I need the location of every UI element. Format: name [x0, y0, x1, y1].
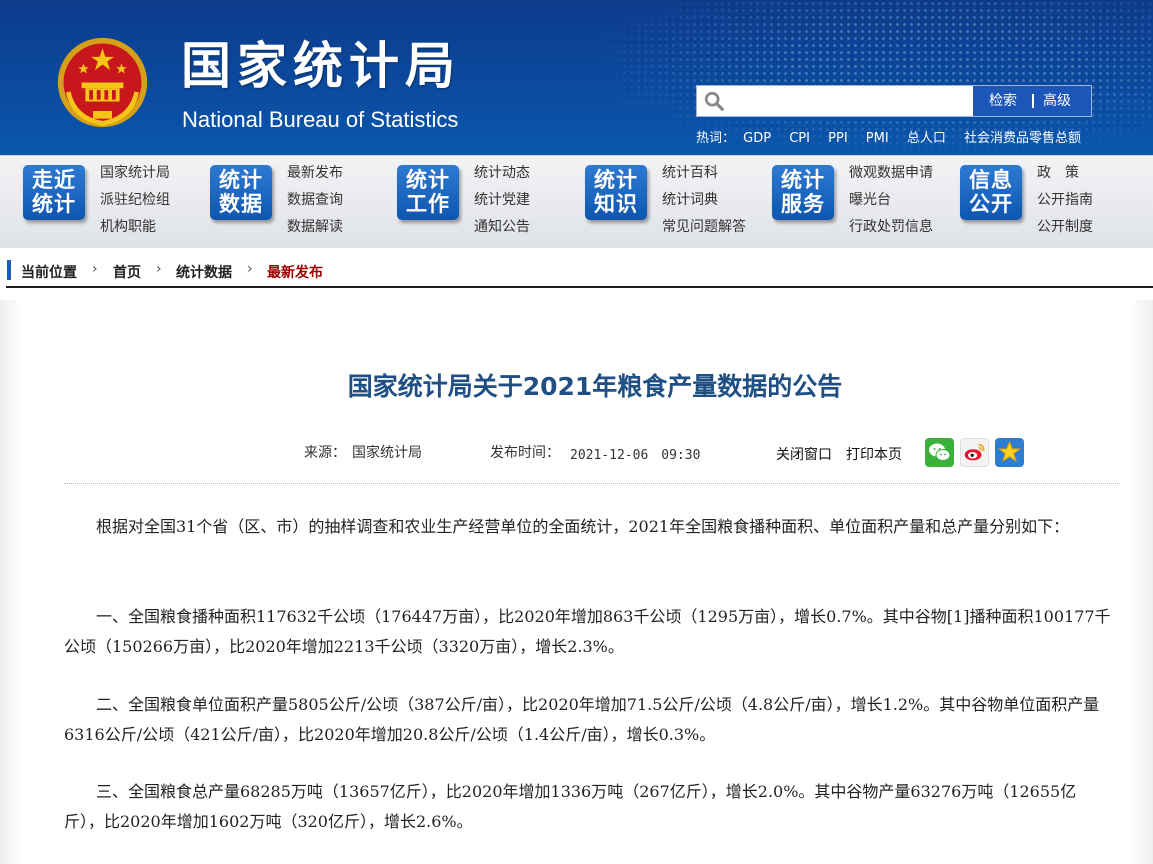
nav-badge-work[interactable]: 统计 工作: [397, 165, 459, 220]
print-page-button[interactable]: 打印本页: [846, 444, 902, 464]
nav-badge-line: 走近: [32, 168, 76, 192]
article-paragraph: 三、全国粮食总产量68285万吨（13657亿斤），比2020年增加1336万吨…: [64, 782, 1077, 831]
nav-link[interactable]: 数据解读: [287, 217, 343, 244]
hotword-link[interactable]: 社会消费品零售总额: [964, 131, 1081, 146]
nav-badge-line: 公开: [969, 192, 1013, 216]
nav-badge-knowledge[interactable]: 统计 知识: [585, 165, 647, 220]
nav-link[interactable]: 国家统计局: [100, 163, 170, 190]
paragraph-text: 一、全国粮食播种面积117632千公顷（176447万亩），比2020年增加86…: [96, 607, 947, 626]
nav-link[interactable]: 统计党建: [474, 190, 530, 217]
breadcrumb-home[interactable]: 首页: [113, 262, 141, 282]
nav-link[interactable]: 曝光台: [849, 190, 933, 217]
nav-badge-about[interactable]: 走近 统计: [23, 165, 85, 220]
nav-link[interactable]: 数据查询: [287, 190, 343, 217]
nav-badge-data[interactable]: 统计 数据: [210, 165, 272, 220]
nav-link[interactable]: 微观数据申请: [849, 163, 933, 190]
nav-link[interactable]: 常见问题解答: [662, 217, 746, 244]
chevron-right-icon: ›: [247, 261, 253, 277]
hotword-link[interactable]: CPI: [789, 131, 810, 146]
close-window-button[interactable]: 关闭窗口: [776, 444, 832, 464]
nav-badge-line: 统计: [406, 168, 450, 192]
search-button-group: 检索 高级: [973, 86, 1091, 116]
breadcrumb-label: 当前位置: [21, 265, 77, 281]
nav-link[interactable]: 行政处罚信息: [849, 217, 933, 244]
nav-link[interactable]: 公开指南: [1037, 190, 1093, 217]
source-value: 国家统计局: [352, 445, 422, 461]
nav-links: 统计百科 统计词典 常见问题解答: [662, 163, 746, 244]
hotwords-label: 热词：: [696, 131, 736, 146]
search-box: 检索 高级: [696, 85, 1092, 117]
search-separator: [1032, 94, 1034, 108]
nav-badge-line: 统计: [594, 168, 638, 192]
nav-badge-disclosure[interactable]: 信息 公开: [960, 165, 1022, 220]
nav-links: 政 策 公开指南 公开制度: [1037, 163, 1093, 244]
hotwords-bar: 热词： GDP CPI PPI PMI 总人口 社会消费品零售总额: [696, 127, 1095, 146]
nav-link[interactable]: 通知公告: [474, 217, 530, 244]
nav-links: 最新发布 数据查询 数据解读: [287, 163, 343, 244]
article-title: 国家统计局关于2021年粮食产量数据的公告: [347, 372, 843, 401]
site-title-en: National Bureau of Statistics: [182, 107, 459, 132]
article-paragraph: 一、全国粮食播种面积117632千公顷（176447万亩），比2020年增加86…: [64, 602, 1114, 662]
nav-badge-line: 统计: [219, 168, 263, 192]
main-nav: 走近 统计 国家统计局 派驻纪检组 机构职能 统计 数据 最新发布 数据查询 数…: [0, 155, 1153, 248]
chevron-right-icon: ›: [92, 261, 98, 277]
favorite-star-icon[interactable]: [995, 438, 1024, 467]
chevron-right-icon: ›: [156, 261, 162, 277]
source-label: 来源：: [304, 445, 346, 461]
hotword-link[interactable]: 总人口: [907, 131, 946, 146]
search-icon: [704, 91, 724, 111]
nav-link[interactable]: 统计词典: [662, 190, 746, 217]
publish-time-value: 2021-12-06 09:30: [570, 448, 701, 463]
nav-links: 国家统计局 派驻纪检组 机构职能: [100, 163, 170, 244]
nav-link[interactable]: 最新发布: [287, 163, 343, 190]
nav-links: 统计动态 统计党建 通知公告: [474, 163, 530, 244]
article-paragraph: 二、全国粮食单位面积产量5805公斤/公顷（387公斤/亩），比2020年增加7…: [64, 695, 1100, 744]
nav-link[interactable]: 公开制度: [1037, 217, 1093, 244]
nav-badge-service[interactable]: 统计 服务: [772, 165, 834, 220]
hotword-link[interactable]: PMI: [866, 131, 889, 146]
nav-badge-line: 统计: [32, 192, 76, 216]
breadcrumb: 当前位置 › 首页 › 统计数据 › 最新发布: [6, 258, 1153, 288]
nav-links: 微观数据申请 曝光台 行政处罚信息: [849, 163, 933, 244]
nav-badge-line: 信息: [969, 168, 1013, 192]
article-paragraph: 根据对全国31个省（区、市）的抽样调查和农业生产经营单位的全面统计，2021年全…: [96, 517, 1070, 536]
weibo-icon[interactable]: [960, 438, 989, 467]
search-input[interactable]: [731, 89, 973, 115]
nav-badge-line: 统计: [781, 168, 825, 192]
breadcrumb-marker: [7, 260, 11, 280]
wechat-icon[interactable]: [925, 438, 954, 467]
advanced-search-button[interactable]: 高级: [1043, 86, 1071, 116]
hotword-link[interactable]: PPI: [828, 131, 848, 146]
nav-badge-line: 工作: [406, 192, 450, 216]
nav-link[interactable]: 统计百科: [662, 163, 746, 190]
nav-link[interactable]: 政 策: [1037, 163, 1093, 190]
breadcrumb-data[interactable]: 统计数据: [176, 262, 232, 282]
site-title-cn: 国家统计局: [181, 37, 461, 95]
site-header: 国家统计局 National Bureau of Statistics 检索 高…: [0, 0, 1153, 155]
nav-link[interactable]: 派驻纪检组: [100, 190, 170, 217]
publish-time-label: 发布时间：: [490, 445, 560, 461]
footnote-link[interactable]: [1]: [947, 607, 970, 626]
nav-badge-line: 数据: [219, 192, 263, 216]
nav-link[interactable]: 机构职能: [100, 217, 170, 244]
nav-link[interactable]: 统计动态: [474, 163, 530, 190]
meta-divider: [64, 483, 1120, 484]
nav-badge-line: 服务: [781, 192, 825, 216]
breadcrumb-current[interactable]: 最新发布: [267, 262, 323, 282]
hotword-link[interactable]: GDP: [743, 131, 771, 146]
national-emblem-icon[interactable]: [55, 35, 150, 130]
nav-badge-line: 知识: [594, 192, 638, 216]
search-button[interactable]: 检索: [989, 86, 1017, 116]
